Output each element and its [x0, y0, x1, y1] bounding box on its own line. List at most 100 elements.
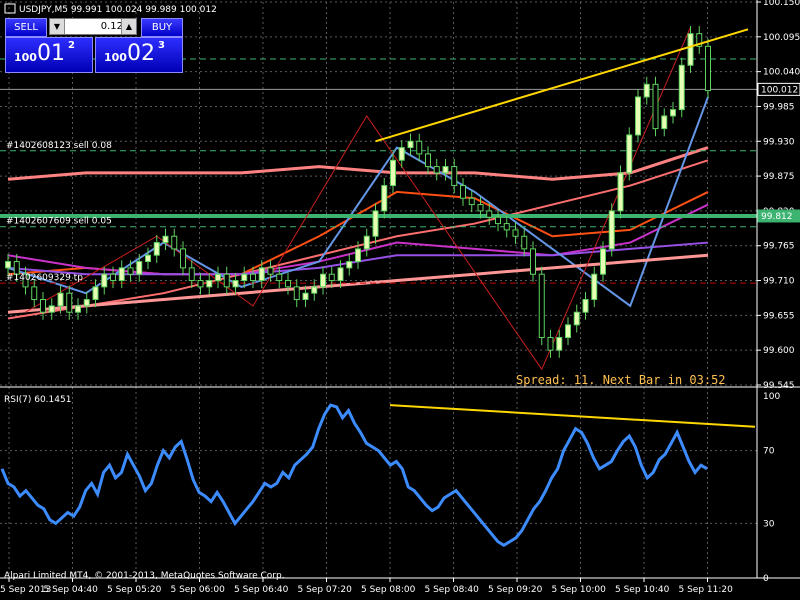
x-tick-label: 5 Sep 04:40: [44, 585, 99, 595]
candle-body: [390, 159, 396, 187]
candle-body: [372, 210, 379, 237]
lot-size-stepper[interactable]: ▼ ▲: [49, 18, 137, 35]
candle-body: [670, 109, 676, 117]
price-tag-label: 99.812: [761, 212, 793, 222]
moving-average-line: [7, 146, 709, 181]
candle-body: [652, 83, 659, 130]
candle-body: [83, 299, 90, 307]
candle-body: [425, 153, 431, 168]
candle-body: [565, 324, 571, 339]
candle-body: [521, 235, 528, 250]
candle-body: [591, 273, 598, 301]
candle-body: [215, 273, 221, 282]
chart-window-icon: [4, 3, 16, 14]
candle-body: [232, 280, 239, 288]
candle-body: [197, 280, 204, 288]
y-tick-label: 100.095: [763, 33, 800, 43]
y-tick-label: 99.710: [763, 277, 795, 287]
candle-body: [503, 223, 510, 231]
increase-lot-icon[interactable]: ▲: [121, 19, 136, 34]
buy-price-big: 02: [127, 41, 155, 66]
candle-body: [643, 83, 650, 98]
candle-body: [311, 286, 318, 294]
candle-body: [320, 273, 326, 288]
x-tick-label: 5 Sep 06:00: [171, 585, 226, 595]
candle-body: [687, 33, 694, 66]
buy-price-sup: 3: [158, 40, 165, 51]
price-trendline: [375, 28, 749, 143]
candle-body: [486, 210, 493, 218]
candle-body: [398, 147, 405, 161]
candle-body: [530, 248, 536, 275]
candle-body: [582, 299, 589, 313]
candle-body: [346, 261, 353, 269]
candle-body: [600, 248, 606, 275]
order-label: #1402608123 sell 0.08: [6, 141, 112, 151]
y-tick-label: 99.930: [763, 137, 795, 147]
candle-body: [267, 267, 274, 275]
sell-price-prefix: 100: [14, 51, 37, 64]
rsi-trendline: [389, 404, 756, 428]
rsi-line: [0, 403, 708, 547]
order-label: #1402609329 tp: [6, 273, 83, 283]
buy-price-button[interactable]: 100 02 3: [95, 37, 183, 73]
grid: [0, 1, 757, 578]
candle-body: [48, 305, 55, 313]
x-tick-label: 5 Sep 05:20: [107, 585, 162, 595]
sell-button[interactable]: SELL: [5, 18, 47, 37]
candle-body: [57, 292, 64, 307]
candle-body: [451, 166, 458, 187]
x-tick-label: 5 Sep 08:00: [361, 585, 416, 595]
buy-price-prefix: 100: [104, 51, 127, 64]
rsi-tick-label: 30: [763, 519, 775, 529]
lot-size-input[interactable]: [65, 19, 125, 34]
candle-body: [258, 267, 265, 282]
x-tick-label: 5 Sep 10:00: [552, 585, 607, 595]
y-tick-label: 99.655: [763, 311, 795, 321]
candle-body: [5, 261, 11, 269]
x-tick-label: 5 Sep 11:20: [679, 585, 734, 595]
decrease-lot-icon[interactable]: ▼: [50, 19, 65, 34]
candle-body: [355, 248, 361, 263]
candle-body: [547, 337, 554, 351]
candle-body: [460, 185, 466, 199]
candle-body: [180, 248, 186, 269]
candle-body: [608, 210, 615, 250]
candle-body: [127, 267, 134, 275]
candle-body: [538, 273, 545, 339]
candle-body: [468, 197, 475, 206]
x-tick-label: 5 Sep 06:40: [234, 585, 289, 595]
candle-body: [118, 267, 125, 282]
price-tag-label: 100.012: [761, 85, 798, 95]
sell-price-sup: 2: [68, 40, 75, 51]
candle-body: [477, 204, 484, 212]
sell-price-big: 01: [37, 41, 65, 66]
candle-body: [206, 280, 213, 288]
spread-text: Spread: 11. Next Bar in 03:52: [516, 373, 726, 387]
candle-body: [635, 96, 641, 136]
one-click-trade-panel: SELL ▼ ▲ BUY 100 01 2 100 02 3: [5, 18, 183, 73]
candle-body: [617, 172, 624, 212]
candle-body: [302, 292, 309, 301]
candle-body: [40, 299, 46, 313]
candle-body: [573, 311, 580, 326]
sell-price-button[interactable]: 100 01 2: [5, 37, 93, 73]
candle-body: [171, 235, 178, 250]
rsi-tick-label: 100: [763, 392, 780, 402]
rsi-tick-label: 70: [763, 447, 775, 457]
candle-body: [285, 280, 291, 288]
y-tick-label: 100.150: [763, 0, 800, 8]
buy-button[interactable]: BUY: [141, 18, 183, 37]
candle-body: [276, 273, 283, 282]
y-tick-label: 99.985: [763, 102, 795, 112]
candle-body: [92, 286, 99, 301]
candle-body: [241, 273, 248, 282]
x-tick-label: 5 Sep 10:40: [615, 585, 670, 595]
candle-body: [136, 261, 143, 275]
copyright-text: Alpari Limited MT4, © 2001-2013, MetaQuo…: [4, 571, 285, 581]
x-tick-label: 5 Sep 07:20: [298, 585, 353, 595]
candle-body: [153, 242, 160, 256]
rsi-tick-label: 0: [763, 574, 769, 584]
candle-body: [442, 166, 449, 174]
candle-body: [556, 337, 563, 351]
